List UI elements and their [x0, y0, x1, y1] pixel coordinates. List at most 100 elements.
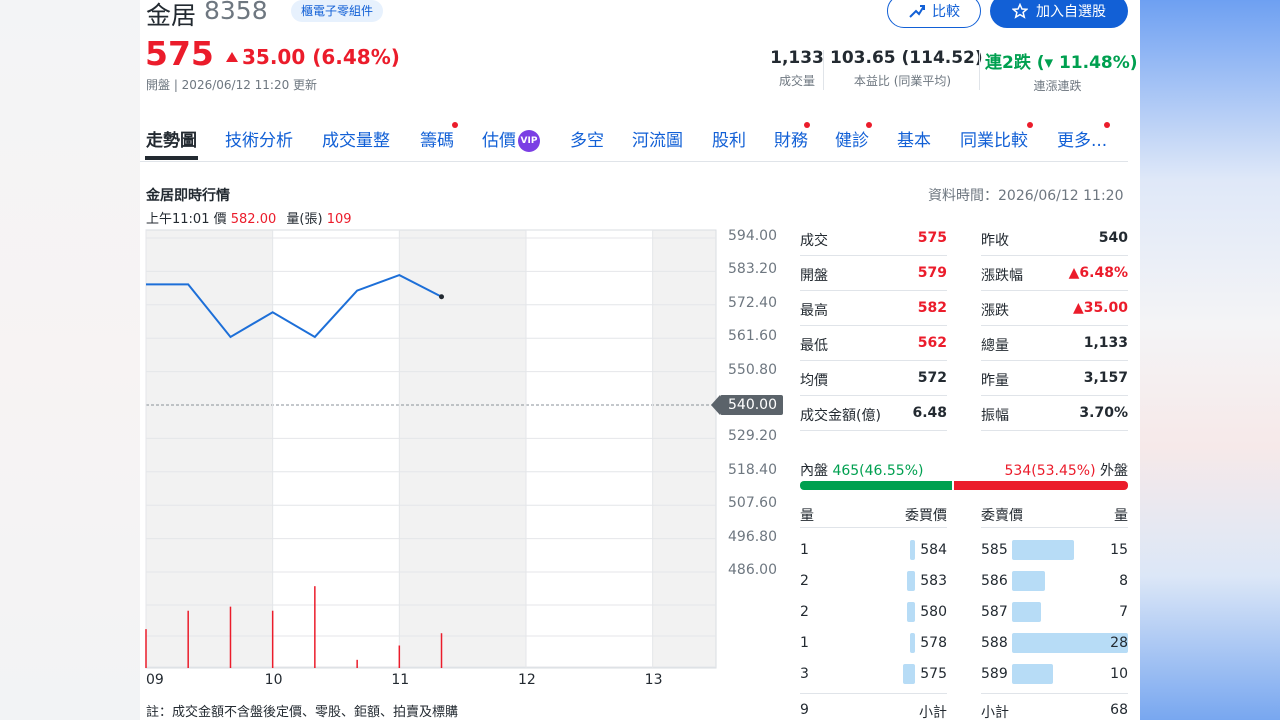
ask-volume-bar [1012, 571, 1046, 591]
bid-volume-bar [903, 664, 915, 684]
stock-code: 8358 [204, 0, 268, 25]
y-tick-label: 583.20 [728, 261, 777, 278]
background-right [1140, 0, 1280, 720]
x-tick-label: 12 [518, 672, 536, 688]
quote-row: 最高 582 [800, 291, 947, 326]
quote-label: 開盤 [800, 268, 828, 284]
tab-long-short[interactable]: 多空 [570, 126, 604, 151]
quote-value: 562 [917, 335, 947, 351]
stock-page: 金居 8358 櫃電子零組件 比較 加入自選股 575 35.00 (6.48%… [140, 0, 1140, 720]
ask-total: 68 [1110, 702, 1128, 718]
kpi-divider [823, 50, 824, 90]
quote-label: 昨收 [981, 233, 1009, 249]
compare-icon [909, 5, 925, 18]
quote-label: 漲跌幅 [981, 268, 1023, 284]
vip-badge-icon: VIP [518, 130, 540, 152]
bid-qty: 2 [800, 604, 809, 620]
reference-price-label: 540.00 [720, 395, 783, 415]
quote-value: ▲6.48% [1068, 265, 1128, 281]
outer-volume: 534(53.45%) 外盤 [1003, 460, 1128, 480]
quote-label: 振幅 [981, 408, 1009, 424]
quote-row: 振幅 3.70% [981, 396, 1128, 431]
kpi-value: 1,133 [770, 48, 824, 68]
quote-label: 最低 [800, 338, 828, 354]
ask-volume-bar [1012, 540, 1075, 560]
quote-value: 3,157 [1083, 370, 1128, 386]
ask-total-label: 小計 [981, 705, 1009, 720]
tab-peer-compare[interactable]: 同業比較 [960, 126, 1028, 151]
tab-volume-profile[interactable]: 成交量整 [322, 126, 390, 151]
bid-total-label: 小計 [919, 705, 947, 720]
divider [800, 527, 947, 528]
intraday-chart[interactable] [140, 220, 780, 700]
kpi-label: 本益比 (同業平均) [853, 74, 952, 88]
kpi-pe-ratio: 103.65 (114.52) 本益比 (同業平均) [830, 48, 983, 89]
divider [981, 693, 1128, 694]
bid-volume-bar [907, 602, 915, 622]
tab-technical[interactable]: 技術分析 [225, 126, 293, 151]
star-icon [1012, 3, 1028, 19]
stock-name: 金居 [146, 1, 197, 30]
y-tick-label: 518.40 [728, 461, 777, 478]
tab-financials[interactable]: 財務 [774, 126, 808, 151]
quote-value: 6.48 [912, 405, 947, 421]
quote-row: 昨量 3,157 [981, 361, 1128, 396]
quote-value: 540 [1098, 230, 1128, 246]
y-tick-label: 550.80 [728, 361, 777, 378]
tab-dividend[interactable]: 股利 [712, 126, 746, 151]
quote-label: 最高 [800, 303, 828, 319]
tab-health-check[interactable]: 健診 [835, 126, 869, 151]
background-left [0, 0, 140, 720]
section-title: 金居即時行情 [146, 188, 230, 204]
bid-price-header: 委買價 [905, 508, 947, 524]
notification-dot [866, 122, 872, 128]
quote-value: 572 [917, 370, 947, 386]
tab-valuation-label: 估價 [482, 131, 516, 151]
tab-more[interactable]: 更多... [1057, 126, 1107, 151]
quote-row: 開盤 579 [800, 256, 947, 291]
tab-trend[interactable]: 走勢圖 [146, 126, 197, 151]
ask-price: 588 [981, 635, 1008, 651]
bid-qty: 1 [800, 542, 809, 558]
quote-row: 最低 562 [800, 326, 947, 361]
y-tick-label: 496.80 [728, 528, 777, 545]
bid-qty: 2 [800, 573, 809, 589]
tab-chips[interactable]: 籌碼 [420, 126, 454, 151]
tab-river-chart[interactable]: 河流圖 [632, 126, 683, 151]
quote-value: 1,133 [1083, 335, 1128, 351]
divider [800, 693, 947, 694]
price-change-text: 35.00 (6.48%) [242, 45, 400, 69]
category-badge[interactable]: 櫃電子零組件 [291, 0, 384, 22]
reference-price-pointer [711, 395, 720, 415]
ask-price: 589 [981, 666, 1008, 682]
kpi-value: 連2跌 (▾ 11.48%) [985, 53, 1138, 73]
ask-qty-header: 量 [1114, 508, 1128, 524]
quote-label: 成交 [800, 233, 828, 249]
quote-row: 成交 575 [800, 221, 947, 256]
quote-label: 總量 [981, 338, 1009, 354]
inner-label: 內盤 [800, 463, 828, 479]
last-price-point [439, 294, 445, 300]
bid-volume-bar [910, 540, 915, 560]
hour-band [652, 230, 716, 668]
tab-valuation[interactable]: 估價 VIP [482, 126, 540, 152]
ask-qty: 7 [1119, 604, 1128, 620]
quote-value: 575 [917, 230, 947, 246]
kpi-label: 連漲連跌 [1033, 79, 1082, 93]
add-watchlist-label: 加入自選股 [1036, 4, 1106, 20]
ask-qty: 8 [1119, 573, 1128, 589]
quote-row: 昨收 540 [981, 221, 1128, 256]
y-tick-label: 486.00 [728, 562, 777, 578]
y-tick-label: 594.00 [728, 228, 777, 244]
tab-basic[interactable]: 基本 [897, 126, 931, 151]
market-status: 開盤 | 2026/06/12 11:20 更新 [146, 78, 318, 92]
quote-row: 漲跌幅 ▲6.48% [981, 256, 1128, 291]
kpi-volume: 1,133 成交量 [757, 48, 837, 89]
inner-ratio-bar [800, 481, 952, 490]
compare-button[interactable]: 比較 [887, 0, 981, 28]
add-watchlist-button[interactable]: 加入自選股 [990, 0, 1128, 28]
quote-value: ▲35.00 [1072, 300, 1128, 316]
ask-price: 585 [981, 542, 1008, 558]
ask-volume-bar [1012, 602, 1041, 622]
x-tick-label: 10 [264, 672, 283, 688]
